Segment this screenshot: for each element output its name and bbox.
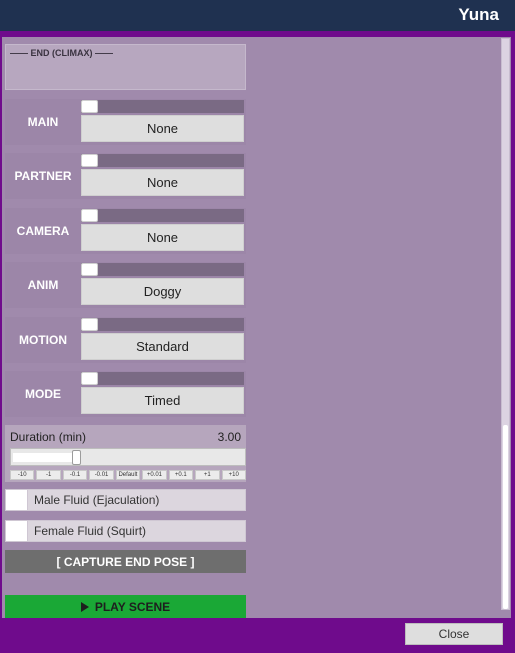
mode-value-button[interactable]: Timed <box>81 387 244 414</box>
step-plus-0.1-button[interactable]: +0.1 <box>168 470 194 480</box>
step-minus-1-button[interactable]: -1 <box>36 470 61 480</box>
duration-value: 3.00 <box>217 430 241 444</box>
row-partner: PARTNER None <box>5 153 246 199</box>
row-label-motion: MOTION <box>19 333 67 347</box>
male-fluid-checkbox[interactable] <box>6 490 28 510</box>
duration-slider-handle[interactable] <box>72 450 81 465</box>
duration-panel: Duration (min) 3.00 -10 -1 -0.1 -0.01 De… <box>5 425 246 482</box>
main-value-button[interactable]: None <box>81 115 244 142</box>
partner-value-button[interactable]: None <box>81 169 244 196</box>
row-mode: MODE Timed <box>5 371 246 417</box>
row-label-partner: PARTNER <box>14 169 72 183</box>
female-fluid-toggle[interactable]: Female Fluid (Squirt) <box>5 520 246 542</box>
end-climax-section-header: —— END (CLIMAX) —— <box>5 44 246 90</box>
anim-slider[interactable] <box>81 263 244 276</box>
title-bar[interactable]: Yuna <box>0 0 515 31</box>
camera-slider[interactable] <box>81 209 244 222</box>
male-fluid-toggle[interactable]: Male Fluid (Ejaculation) <box>5 489 246 511</box>
play-scene-label: PLAY SCENE <box>94 599 171 614</box>
duration-slider[interactable] <box>10 448 246 466</box>
step-minus-0.01-button[interactable]: -0.01 <box>89 470 114 480</box>
female-fluid-label: Female Fluid (Squirt) <box>34 524 147 538</box>
row-label-anim: ANIM <box>27 278 59 292</box>
step-minus-0.1-button[interactable]: -0.1 <box>62 470 88 480</box>
play-scene-button[interactable]: PLAY SCENE <box>5 595 246 618</box>
motion-value-button[interactable]: Standard <box>81 333 244 360</box>
section-title: —— END (CLIMAX) —— <box>10 48 113 58</box>
step-minus-10-button[interactable]: -10 <box>10 470 35 480</box>
camera-value-button[interactable]: None <box>81 224 244 251</box>
mode-slider-handle[interactable] <box>81 372 98 385</box>
step-plus-0.01-button[interactable]: +0.01 <box>142 470 167 480</box>
row-label-camera: CAMERA <box>16 224 70 238</box>
row-label-mode: MODE <box>25 387 61 401</box>
mode-slider[interactable] <box>81 372 244 385</box>
scene-window: Yuna —— END (CLIMAX) —— MAIN None PARTNE… <box>0 0 515 653</box>
step-plus-1-button[interactable]: +1 <box>195 470 220 480</box>
duration-step-buttons: -10 -1 -0.1 -0.01 Default +0.01 +0.1 +1 … <box>10 470 246 480</box>
row-camera: CAMERA None <box>5 208 246 254</box>
step-plus-10-button[interactable]: +10 <box>221 470 246 480</box>
anim-value-button[interactable]: Doggy <box>81 278 244 305</box>
duration-slider-fill <box>13 453 77 462</box>
close-button[interactable]: Close <box>405 623 503 645</box>
duration-label: Duration (min) <box>10 430 87 444</box>
motion-slider[interactable] <box>81 318 244 331</box>
partner-slider-handle[interactable] <box>81 154 98 167</box>
play-icon <box>80 601 89 612</box>
row-label-main: MAIN <box>27 115 59 129</box>
motion-slider-handle[interactable] <box>81 318 98 331</box>
step-default-button[interactable]: Default <box>115 470 141 480</box>
main-slider-handle[interactable] <box>81 100 98 113</box>
vertical-scrollbar[interactable] <box>501 38 510 610</box>
anim-slider-handle[interactable] <box>81 263 98 276</box>
row-motion: MOTION Standard <box>5 317 246 363</box>
window-title: Yuna <box>458 5 499 24</box>
capture-end-pose-button[interactable]: [ CAPTURE END POSE ] <box>5 550 246 573</box>
camera-slider-handle[interactable] <box>81 209 98 222</box>
male-fluid-label: Male Fluid (Ejaculation) <box>34 493 160 507</box>
row-main: MAIN None <box>5 99 246 145</box>
row-anim: ANIM Doggy <box>5 262 246 308</box>
scrollbar-thumb[interactable] <box>503 425 508 609</box>
partner-slider[interactable] <box>81 154 244 167</box>
main-slider[interactable] <box>81 100 244 113</box>
female-fluid-checkbox[interactable] <box>6 521 28 541</box>
